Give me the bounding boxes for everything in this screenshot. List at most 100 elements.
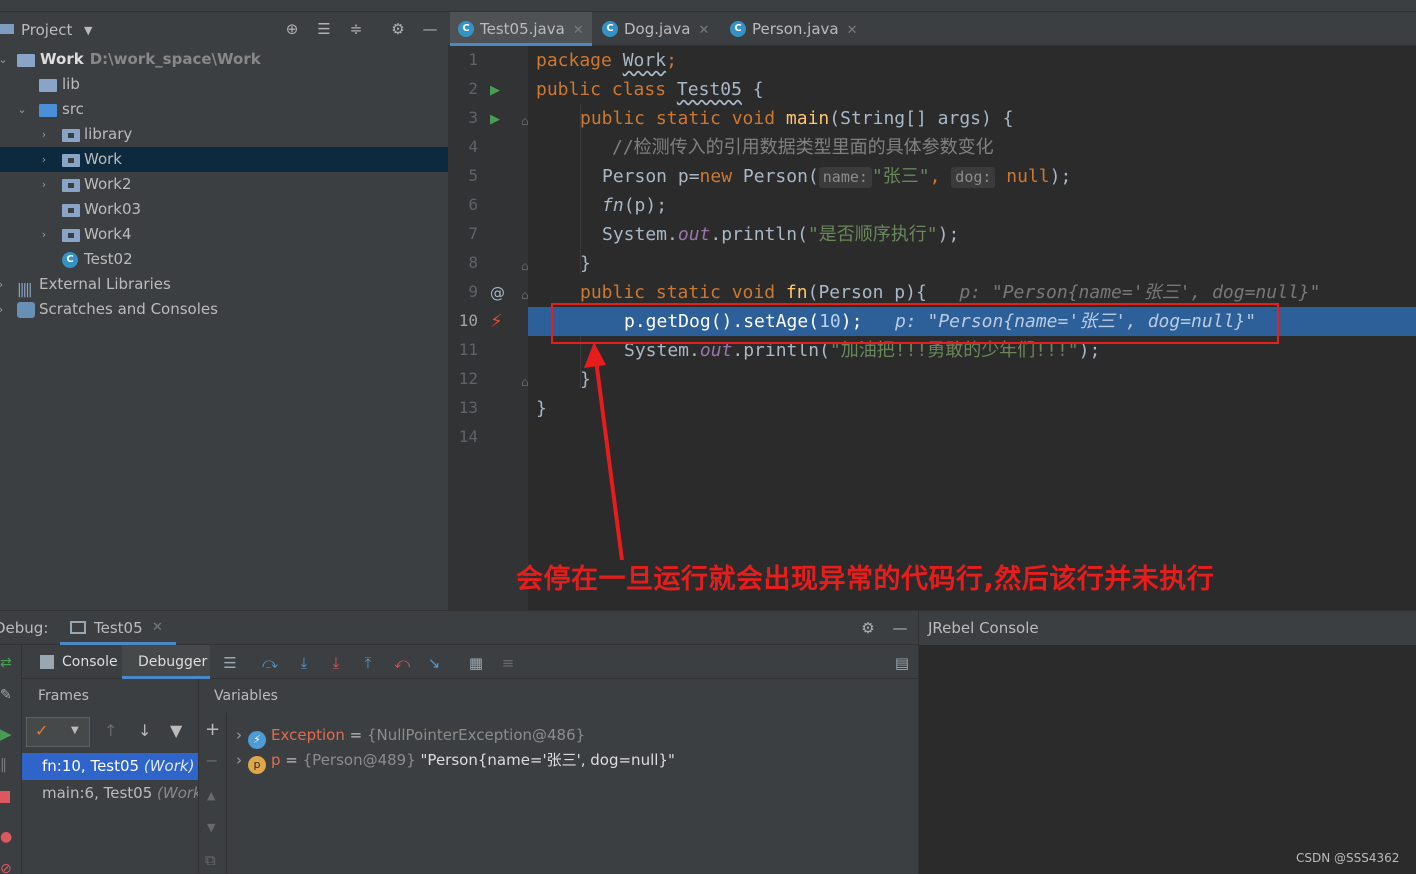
pause-icon[interactable]: ‖ [0,757,7,773]
tree-item-label: Work4 [84,225,132,243]
variable-row[interactable]: › p p = {Person@489} "Person{name='张三', do… [228,748,675,774]
chevron-right-icon[interactable]: › [0,297,8,322]
wrench-icon[interactable]: ✎ [0,687,12,703]
show-execution-point-icon[interactable]: ☰ [220,653,240,673]
remove-watch-icon[interactable]: − [205,751,218,770]
tree-item-test02[interactable]: C Test02 [0,247,448,272]
tab-test05-java[interactable]: C Test05.java ✕ [450,12,592,46]
chevron-right-icon[interactable]: › [37,147,51,172]
line-number: 5 [468,166,478,185]
tree-item-lib[interactable]: lib [0,72,448,97]
line-number: 14 [458,427,478,446]
folder-icon [39,79,57,92]
chevron-right-icon[interactable]: › [236,726,242,744]
mute-breakpoints-icon[interactable]: ⊘ [0,861,12,874]
minimize-icon[interactable]: — [890,618,910,638]
package-icon [62,229,80,242]
resume-icon[interactable]: ▶ [0,725,12,743]
frame-item[interactable]: main:6, Test05 (Work) [22,780,198,807]
gear-icon[interactable]: ⚙ [858,618,878,638]
stop-icon[interactable] [0,791,10,803]
tree-item-work2[interactable]: › Work2 [0,172,448,197]
thread-selector[interactable]: ✓ ▼ [26,717,90,747]
exception-breakpoint-icon[interactable]: ⚡ [490,311,503,332]
trace-streams-icon[interactable]: ≡ [498,653,518,673]
locate-icon[interactable]: ⊕ [282,19,302,39]
tree-item-src[interactable]: ⌄ src [0,97,448,122]
chevron-right-icon[interactable]: › [37,172,51,197]
tree-item-work-package[interactable]: › Work [0,147,448,172]
view-breakpoints-icon[interactable]: ● [0,829,12,845]
step-over-icon[interactable]: ⤼ [260,653,280,673]
session-label: Test05 [94,619,143,637]
chevron-right-icon[interactable]: › [236,751,242,769]
chevron-right-icon[interactable]: › [37,122,51,147]
close-icon[interactable]: ✕ [847,23,858,38]
drop-frame-icon[interactable]: ⤺ [392,653,412,673]
step-out-icon[interactable]: ⤒ [358,653,378,673]
jrebel-title[interactable]: JRebel Console [919,611,1416,645]
chevron-right-icon[interactable]: › [0,272,8,297]
line-number: 8 [468,253,478,272]
project-view-icon [0,24,14,34]
java-class-icon: C [602,21,618,37]
tab-label: Debugger [138,654,208,670]
usage-icon[interactable]: @ [490,284,505,302]
tab-console[interactable]: Console [28,645,122,679]
project-title[interactable]: Project [21,21,72,39]
debug-session-tab[interactable]: Test05 ✕ [60,611,176,645]
tree-item-work03[interactable]: Work03 [0,197,448,222]
code-line-13: } [536,398,547,419]
tab-label: Dog.java [624,20,691,38]
duplicate-icon[interactable]: ⧉ [205,851,216,869]
tree-item-label: Work [40,50,84,68]
tree-item-work4[interactable]: › Work4 [0,222,448,247]
rerun-icon[interactable]: ⇄ [0,655,12,671]
filter-icon[interactable]: ▼ [170,721,182,740]
close-icon[interactable]: ✕ [573,23,584,38]
chevron-down-icon[interactable]: ⌄ [0,47,10,72]
force-step-into-icon[interactable]: ⤓ [326,653,346,673]
evaluate-expression-icon[interactable]: ▦ [466,653,486,673]
close-icon[interactable]: ✕ [152,620,163,635]
editor-gutter[interactable]: 1 2 3 4 5 6 7 8 9 10 11 12 13 14 ▶ ▶ ⌂ ⌂… [448,46,529,610]
tab-dog-java[interactable]: C Dog.java ✕ [594,12,718,46]
chevron-down-icon[interactable]: ▼ [84,24,92,37]
step-into-icon[interactable]: ⤓ [294,653,314,673]
param-hint: dog: [951,167,996,188]
line-number: 12 [458,369,478,388]
source-folder-icon [39,104,57,117]
move-up-icon[interactable]: ▲ [207,789,215,802]
collapse-all-icon[interactable]: ≑ [346,19,366,39]
tree-item-work-module[interactable]: ⌄ Work D:\work_space\Work [0,47,448,72]
run-main-icon[interactable]: ▶ [490,112,500,127]
module-icon [17,54,35,67]
close-icon[interactable]: ✕ [698,23,709,38]
add-watch-icon[interactable]: + [205,719,220,740]
gear-icon[interactable]: ⚙ [388,19,408,39]
tab-person-java[interactable]: C Person.java ✕ [722,12,862,46]
frame-item[interactable]: fn:10, Test05 (Work) [22,753,198,780]
line-number: 9 [468,282,478,301]
minimize-icon[interactable]: — [420,19,440,39]
tree-item-label: library [84,125,133,143]
move-down-icon[interactable]: ▼ [207,821,215,834]
arrow-down-icon[interactable]: ↓ [138,721,151,740]
line-number: 11 [458,340,478,359]
run-class-icon[interactable]: ▶ [490,83,500,98]
tab-label: Console [62,654,118,670]
chevron-down-icon[interactable]: ⌄ [15,97,29,122]
expand-all-icon[interactable]: ☰ [314,19,334,39]
tab-debugger[interactable]: Debugger [122,645,210,679]
chevron-right-icon[interactable]: › [37,222,51,247]
package-icon [62,154,80,167]
layout-settings-icon[interactable]: ▤ [892,653,912,673]
variable-row[interactable]: › ⚡ Exception = {NullPointerException@486} [228,723,585,749]
tree-item-external-libraries[interactable]: › ||||| External Libraries [0,272,448,298]
arrow-up-icon[interactable]: ↑ [104,721,117,740]
tree-item-label: src [62,100,84,118]
tree-item-scratches[interactable]: › Scratches and Consoles [0,297,448,322]
tree-item-library[interactable]: › library [0,122,448,147]
code-line-4: //检测传入的引用数据类型里面的具体参数变化 [612,137,994,158]
run-to-cursor-icon[interactable]: ↘ [424,653,444,673]
